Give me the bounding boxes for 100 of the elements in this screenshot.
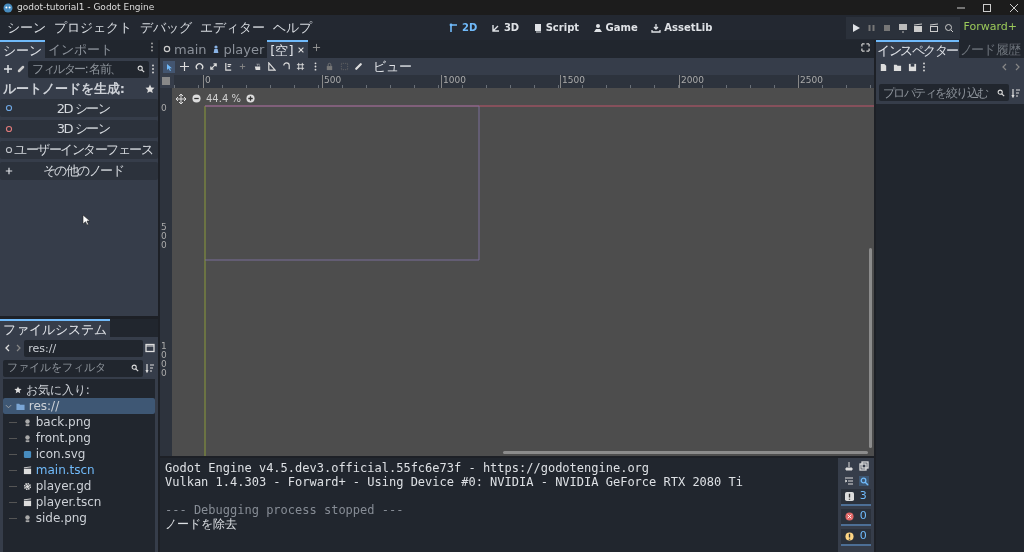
file-item[interactable]: icon.svg xyxy=(2,446,156,462)
log-line: --- Debugging process stopped --- xyxy=(165,503,405,517)
close-icon[interactable] xyxy=(1008,2,1019,13)
add-tab-icon[interactable] xyxy=(311,43,321,52)
file-item[interactable]: main.tscn xyxy=(2,462,156,478)
clapperboard-icon[interactable] xyxy=(928,22,939,33)
dock-tab[interactable]: シーン xyxy=(0,40,45,58)
workspace-tab[interactable]: 2D xyxy=(445,20,482,35)
zoom-in-icon[interactable] xyxy=(246,94,256,103)
menu-item[interactable]: エディター xyxy=(196,17,269,38)
file-item[interactable]: player.tscn xyxy=(2,494,156,510)
scale-icon[interactable] xyxy=(209,62,219,71)
scrollbar[interactable] xyxy=(503,451,868,454)
dock-tab[interactable]: インポート xyxy=(45,40,116,58)
file-item[interactable]: res:// xyxy=(2,398,156,414)
clear-icon[interactable] xyxy=(843,460,854,471)
forward-icon[interactable] xyxy=(1013,62,1022,72)
script-icon xyxy=(532,22,543,33)
monitor-icon[interactable] xyxy=(897,22,908,33)
copy-icon[interactable] xyxy=(859,460,869,471)
workspace-tab[interactable]: Game xyxy=(588,20,642,35)
filter-toggle[interactable]: 3 xyxy=(840,489,872,506)
canvas-viewport[interactable]: 44.4 % xyxy=(172,88,874,456)
zoom-level[interactable]: 44.4 % xyxy=(206,91,241,106)
node-type-button[interactable]: ユーザーインターフェース xyxy=(0,140,158,159)
clapperboard-icon xyxy=(22,465,32,475)
save-icon[interactable] xyxy=(907,62,917,72)
ruler-corner xyxy=(162,77,170,85)
search-icon xyxy=(996,88,1005,97)
split-view-icon[interactable] xyxy=(145,343,156,354)
filter-toggle[interactable]: 0 xyxy=(840,508,872,526)
star-icon[interactable] xyxy=(145,83,156,94)
grid-icon[interactable] xyxy=(296,62,306,71)
property-filter-field[interactable]: プロパティを絞り込む xyxy=(878,84,1009,101)
filter-list-icon[interactable] xyxy=(843,476,854,487)
add-icon[interactable] xyxy=(2,64,13,75)
axes-icon xyxy=(490,22,501,33)
clapperboard-icon[interactable] xyxy=(913,22,924,33)
person-icon xyxy=(212,45,221,53)
close-icon[interactable] xyxy=(296,46,305,54)
lock-icon[interactable] xyxy=(325,62,335,71)
node-type-button[interactable]: 2D シーン xyxy=(0,99,158,118)
scrollbar[interactable] xyxy=(869,248,872,448)
search-icon[interactable] xyxy=(859,476,869,487)
node-type-button[interactable]: 3D シーン xyxy=(0,120,158,138)
rotate-icon[interactable] xyxy=(194,62,204,71)
fullscreen-icon[interactable] xyxy=(861,43,870,52)
gear-icon xyxy=(22,481,32,491)
mouse-cursor-icon xyxy=(82,213,91,226)
zoom-out-icon[interactable] xyxy=(191,94,201,103)
log-line: Godot Engine v4.5.dev3.official.55fc6e73f - https://godotengine.org xyxy=(165,461,651,475)
file-filter-field[interactable]: ファイルをフィルタ xyxy=(2,359,143,377)
node-type-button[interactable]: その他のノード xyxy=(0,161,158,180)
dock-tab[interactable]: ファイルシステム xyxy=(0,319,110,337)
sort-icon[interactable] xyxy=(1011,87,1022,98)
dock-tab[interactable]: インスペクター xyxy=(876,40,959,58)
workspace-tab[interactable]: Script xyxy=(528,20,584,35)
search-icon xyxy=(130,364,139,372)
ruler-label: 0 xyxy=(161,104,168,113)
filter-field[interactable]: フィルター: 名前、 xyxy=(28,60,149,78)
menu-item[interactable]: プロジェクト xyxy=(50,17,136,38)
pause-icon[interactable] xyxy=(866,22,877,33)
search-icon xyxy=(136,65,145,74)
menu-item[interactable]: シーン xyxy=(3,17,50,38)
ruler-list-icon[interactable] xyxy=(223,62,233,71)
stop-icon[interactable] xyxy=(882,22,893,33)
more-icon[interactable] xyxy=(922,62,927,72)
file-item[interactable]: back.png xyxy=(2,414,156,430)
file-item[interactable]: player.gd xyxy=(2,478,156,494)
menu-item[interactable]: デバッグ xyxy=(136,17,196,38)
menu-item[interactable]: ヘルプ xyxy=(269,17,316,38)
folder-icon[interactable] xyxy=(893,62,903,72)
workspace-tab[interactable]: 3D xyxy=(486,20,524,35)
file-item[interactable]: front.png xyxy=(2,430,156,446)
window-title: godot-tutorial1 - Godot Engine xyxy=(17,0,155,14)
maximize-icon[interactable] xyxy=(982,2,992,13)
more-icon[interactable] xyxy=(150,42,154,52)
renderer-dropdown[interactable]: Forward+ xyxy=(959,19,1021,36)
scene-tab[interactable]: player xyxy=(209,40,268,58)
new-file-icon[interactable] xyxy=(878,62,888,72)
move-icon[interactable] xyxy=(180,62,190,71)
path-field[interactable]: res:// xyxy=(24,339,143,357)
play-icon[interactable] xyxy=(851,22,862,33)
message-icon xyxy=(844,492,854,501)
workspace-tab[interactable]: AssetLib xyxy=(647,20,717,35)
ruler-icon[interactable] xyxy=(267,62,277,71)
more-icon[interactable] xyxy=(151,64,156,75)
folder-icon xyxy=(15,401,25,411)
add-icon xyxy=(5,166,13,175)
favorites-label: お気に入り: xyxy=(25,382,90,399)
move-icon[interactable] xyxy=(176,93,186,104)
view-menu[interactable]: ビュー xyxy=(368,56,416,77)
select-icon[interactable] xyxy=(162,60,175,73)
scene-tab[interactable]: [空] xyxy=(267,40,308,58)
log-line: Vulkan 1.4.303 - Forward+ - Using Device #0: NVIDIA - NVIDIA GeForce RTX 2080 Ti xyxy=(165,475,744,489)
filter-toggle[interactable]: 0 xyxy=(840,528,872,546)
sort-icon[interactable] xyxy=(145,363,156,373)
star-icon xyxy=(13,386,22,394)
scene-tab[interactable]: main xyxy=(160,40,210,58)
file-item[interactable]: side.png xyxy=(2,510,156,526)
